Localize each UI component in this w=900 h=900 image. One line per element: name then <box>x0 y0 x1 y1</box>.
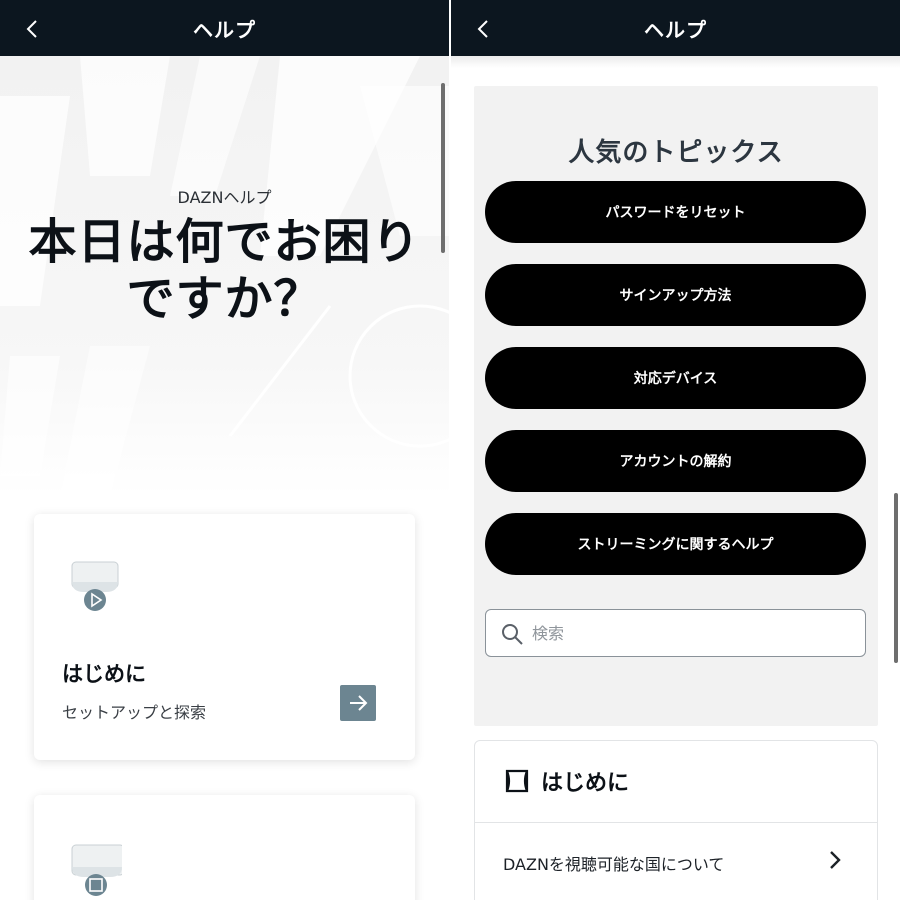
card-title: はじめに <box>62 662 146 686</box>
header-shadow <box>451 56 900 68</box>
link-label: DAZNを視聴可能な国について <box>503 855 725 874</box>
topic-button-cancel-account[interactable]: アカウントの解約 <box>485 430 866 492</box>
chevron-right-icon <box>830 851 841 869</box>
hero-banner: DAZNヘルプ 本日は何でお困りですか？ <box>0 56 449 496</box>
page-title: ヘルプ <box>193 18 256 42</box>
getting-started-section: はじめに DAZNを視聴可能な国について <box>474 740 878 900</box>
square-device-icon <box>71 844 122 896</box>
card-description: セットアップと探索 <box>62 703 207 722</box>
topic-button-devices[interactable]: 対応デバイス <box>485 347 866 409</box>
hero-subtitle: DAZNヘルプ <box>177 188 272 207</box>
ticket-icon <box>505 769 529 793</box>
section-title: はじめに <box>541 771 630 796</box>
popular-topics-panel: 人気のトピックス パスワードをリセット サインアップ方法 対応デバイス アカウン… <box>474 86 878 726</box>
header-bar: ヘルプ <box>0 0 449 56</box>
search-icon <box>502 624 523 645</box>
header-bar: ヘルプ <box>451 0 900 56</box>
left-screen: ヘルプ DAZNヘルプ 本日は何でお困りですか？ はじめに セットアップと探索 <box>0 0 449 900</box>
section-header: はじめに <box>475 741 877 823</box>
secondary-card[interactable] <box>34 795 415 900</box>
section-link-supported-countries[interactable]: DAZNを視聴可能な国について <box>475 823 877 900</box>
topic-button-signup[interactable]: サインアップ方法 <box>485 264 866 326</box>
card-arrow-button[interactable] <box>340 685 376 721</box>
search-field[interactable] <box>485 609 866 657</box>
getting-started-card[interactable]: はじめに セットアップと探索 <box>34 514 415 760</box>
topic-button-streaming-help[interactable]: ストリーミングに関するヘルプ <box>485 513 866 575</box>
scrollbar[interactable] <box>441 83 445 253</box>
page-title: ヘルプ <box>644 18 707 42</box>
right-screen: ヘルプ 人気のトピックス パスワードをリセット サインアップ方法 対応デバイス … <box>451 0 900 900</box>
hero-title: 本日は何でお困りですか？ <box>28 214 421 327</box>
play-device-icon <box>71 561 119 611</box>
scrollbar[interactable] <box>894 493 898 663</box>
search-input[interactable] <box>532 618 852 648</box>
popular-topics-title: 人気のトピックス <box>568 138 784 168</box>
topic-button-reset-password[interactable]: パスワードをリセット <box>485 181 866 243</box>
arrow-right-icon <box>350 695 368 711</box>
